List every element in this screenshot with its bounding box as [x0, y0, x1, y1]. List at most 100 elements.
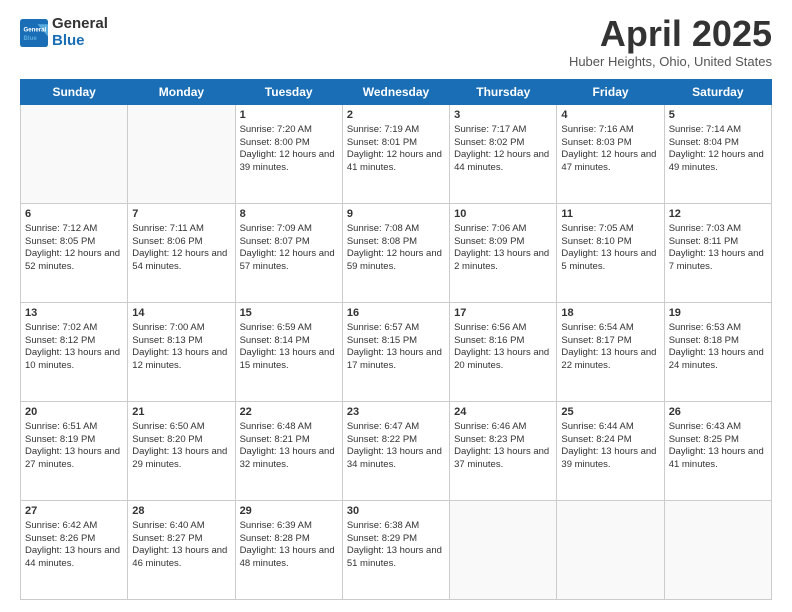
cell-text: Daylight: 13 hours and 20 minutes.	[454, 347, 552, 373]
calendar-cell: 5Sunrise: 7:14 AMSunset: 8:04 PMDaylight…	[664, 105, 771, 204]
cell-text: Sunrise: 6:56 AM	[454, 322, 552, 335]
cell-text: Sunrise: 7:05 AM	[561, 223, 659, 236]
calendar-week-3: 13Sunrise: 7:02 AMSunset: 8:12 PM Dayligh…	[21, 303, 772, 402]
calendar-cell: 15Sunrise: 6:59 AMSunset: 8:14 PMDayligh…	[235, 303, 342, 402]
weekday-header-friday: Friday	[557, 80, 664, 105]
logo-general: General	[52, 16, 108, 33]
cell-text: Daylight: 13 hours and 39 minutes.	[561, 446, 659, 472]
cell-text: Sunrise: 6:50 AM	[132, 421, 230, 434]
cell-text: Sunset: 8:24 PM	[561, 434, 659, 447]
cell-text: Daylight: 13 hours and 7 minutes.	[669, 248, 767, 274]
calendar-body: 1Sunrise: 7:20 AMSunset: 8:00 PMDaylight…	[21, 105, 772, 600]
cell-text: Sunrise: 6:42 AM	[25, 520, 123, 533]
cell-text: Sunset: 8:06 PM	[132, 236, 230, 249]
calendar-header: SundayMondayTuesdayWednesdayThursdayFrid…	[21, 80, 772, 105]
svg-text:General: General	[24, 26, 47, 33]
cell-text: Sunset: 8:02 PM	[454, 137, 552, 150]
cell-text: Sunrise: 6:43 AM	[669, 421, 767, 434]
calendar-cell: 13Sunrise: 7:02 AMSunset: 8:12 PMDayligh…	[21, 303, 128, 402]
cell-text: Sunrise: 7:08 AM	[347, 223, 445, 236]
day-number: 13	[25, 306, 123, 321]
day-number: 3	[454, 108, 552, 123]
day-number: 5	[669, 108, 767, 123]
cell-text: Daylight: 13 hours and 12 minutes.	[132, 347, 230, 373]
logo-blue: Blue	[52, 33, 108, 50]
day-number: 14	[132, 306, 230, 321]
calendar-cell: 30Sunrise: 6:38 AMSunset: 8:29 PMDayligh…	[342, 501, 449, 600]
cell-text: Sunset: 8:20 PM	[132, 434, 230, 447]
day-number: 2	[347, 108, 445, 123]
calendar-cell: 2Sunrise: 7:19 AMSunset: 8:01 PMDaylight…	[342, 105, 449, 204]
cell-text: Sunset: 8:05 PM	[25, 236, 123, 249]
cell-text: Sunset: 8:13 PM	[132, 335, 230, 348]
cell-text: Sunset: 8:11 PM	[669, 236, 767, 249]
day-number: 22	[240, 405, 338, 420]
calendar-cell: 23Sunrise: 6:47 AMSunset: 8:22 PMDayligh…	[342, 402, 449, 501]
cell-text: Daylight: 12 hours and 49 minutes.	[669, 149, 767, 175]
day-number: 21	[132, 405, 230, 420]
day-number: 25	[561, 405, 659, 420]
cell-text: Sunset: 8:28 PM	[240, 533, 338, 546]
day-number: 8	[240, 207, 338, 222]
day-number: 18	[561, 306, 659, 321]
day-number: 27	[25, 504, 123, 519]
cell-text: Sunrise: 6:57 AM	[347, 322, 445, 335]
cell-text: Daylight: 13 hours and 48 minutes.	[240, 545, 338, 571]
day-number: 26	[669, 405, 767, 420]
cell-text: Sunrise: 7:20 AM	[240, 124, 338, 137]
day-number: 24	[454, 405, 552, 420]
page: General Blue General Blue April 2025 Hub…	[0, 0, 792, 612]
calendar-cell	[128, 105, 235, 204]
cell-text: Sunset: 8:08 PM	[347, 236, 445, 249]
cell-text: Sunset: 8:01 PM	[347, 137, 445, 150]
cell-text: Sunrise: 6:53 AM	[669, 322, 767, 335]
cell-text: Sunset: 8:19 PM	[25, 434, 123, 447]
cell-text: Sunrise: 7:03 AM	[669, 223, 767, 236]
cell-text: Sunrise: 6:44 AM	[561, 421, 659, 434]
cell-text: Daylight: 13 hours and 15 minutes.	[240, 347, 338, 373]
cell-text: Daylight: 12 hours and 41 minutes.	[347, 149, 445, 175]
day-number: 7	[132, 207, 230, 222]
calendar-cell: 7Sunrise: 7:11 AMSunset: 8:06 PMDaylight…	[128, 204, 235, 303]
day-number: 30	[347, 504, 445, 519]
day-number: 9	[347, 207, 445, 222]
calendar-cell: 12Sunrise: 7:03 AMSunset: 8:11 PMDayligh…	[664, 204, 771, 303]
cell-text: Daylight: 13 hours and 51 minutes.	[347, 545, 445, 571]
cell-text: Sunrise: 6:59 AM	[240, 322, 338, 335]
day-number: 23	[347, 405, 445, 420]
weekday-header-tuesday: Tuesday	[235, 80, 342, 105]
cell-text: Sunrise: 7:02 AM	[25, 322, 123, 335]
weekday-header-sunday: Sunday	[21, 80, 128, 105]
calendar-cell: 14Sunrise: 7:00 AMSunset: 8:13 PMDayligh…	[128, 303, 235, 402]
cell-text: Sunrise: 6:38 AM	[347, 520, 445, 533]
cell-text: Daylight: 13 hours and 22 minutes.	[561, 347, 659, 373]
calendar-cell: 6Sunrise: 7:12 AMSunset: 8:05 PMDaylight…	[21, 204, 128, 303]
cell-text: Daylight: 12 hours and 54 minutes.	[132, 248, 230, 274]
calendar-cell: 29Sunrise: 6:39 AMSunset: 8:28 PMDayligh…	[235, 501, 342, 600]
title-block: April 2025 Huber Heights, Ohio, United S…	[569, 16, 772, 69]
month-title: April 2025	[569, 16, 772, 52]
day-number: 6	[25, 207, 123, 222]
cell-text: Daylight: 12 hours and 52 minutes.	[25, 248, 123, 274]
cell-text: Sunrise: 7:09 AM	[240, 223, 338, 236]
calendar-cell: 8Sunrise: 7:09 AMSunset: 8:07 PMDaylight…	[235, 204, 342, 303]
weekday-header-thursday: Thursday	[450, 80, 557, 105]
calendar-cell: 27Sunrise: 6:42 AMSunset: 8:26 PMDayligh…	[21, 501, 128, 600]
calendar-cell: 28Sunrise: 6:40 AMSunset: 8:27 PMDayligh…	[128, 501, 235, 600]
cell-text: Sunrise: 7:16 AM	[561, 124, 659, 137]
cell-text: Daylight: 13 hours and 17 minutes.	[347, 347, 445, 373]
cell-text: Sunset: 8:12 PM	[25, 335, 123, 348]
calendar-week-1: 1Sunrise: 7:20 AMSunset: 8:00 PMDaylight…	[21, 105, 772, 204]
cell-text: Sunset: 8:10 PM	[561, 236, 659, 249]
day-number: 16	[347, 306, 445, 321]
day-number: 12	[669, 207, 767, 222]
cell-text: Sunrise: 6:48 AM	[240, 421, 338, 434]
cell-text: Daylight: 13 hours and 2 minutes.	[454, 248, 552, 274]
cell-text: Sunset: 8:22 PM	[347, 434, 445, 447]
weekday-header-wednesday: Wednesday	[342, 80, 449, 105]
calendar-week-2: 6Sunrise: 7:12 AMSunset: 8:05 PMDaylight…	[21, 204, 772, 303]
location: Huber Heights, Ohio, United States	[569, 54, 772, 69]
cell-text: Sunset: 8:04 PM	[669, 137, 767, 150]
header: General Blue General Blue April 2025 Hub…	[20, 16, 772, 69]
cell-text: Sunset: 8:26 PM	[25, 533, 123, 546]
